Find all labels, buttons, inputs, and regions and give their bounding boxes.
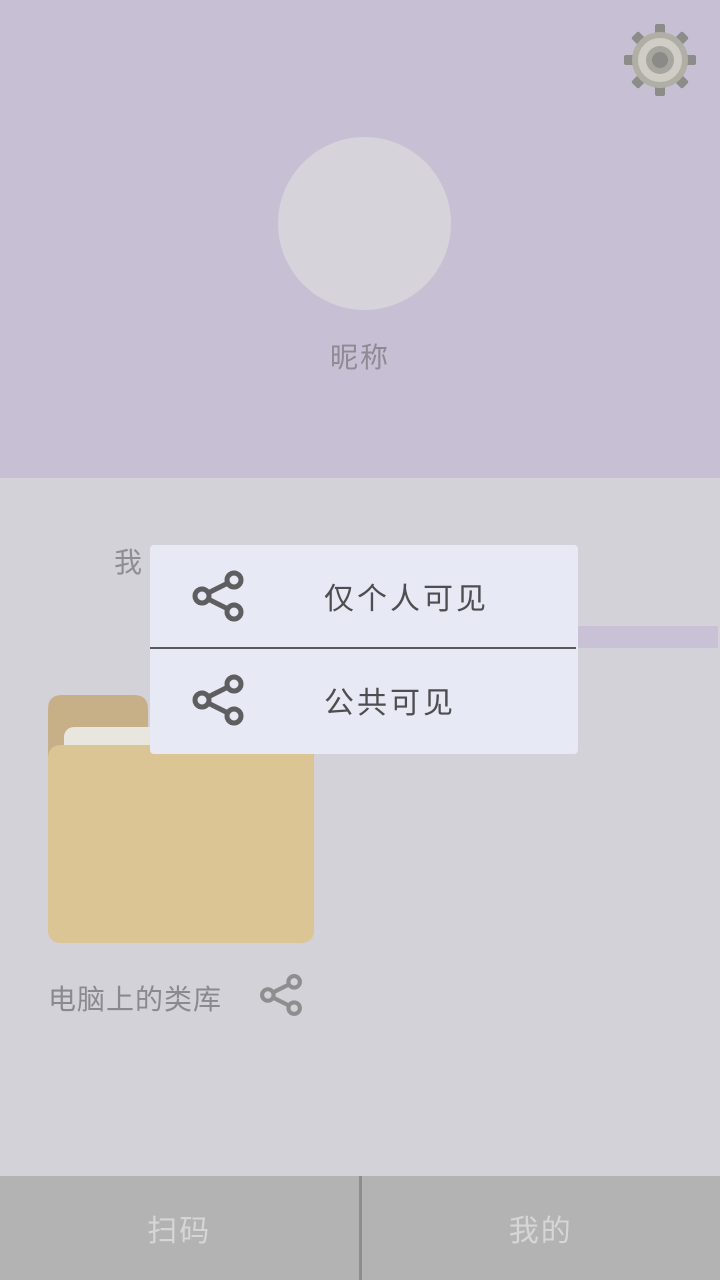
- visibility-popup-menu: 仅个人可见 公共可见: [150, 545, 578, 754]
- profile-header: 昵称: [0, 0, 720, 478]
- section-title: 我: [114, 546, 143, 579]
- nickname-label: 昵称: [329, 341, 390, 374]
- menu-item-public[interactable]: 公共可见: [150, 649, 578, 751]
- nav-mine[interactable]: 我的: [362, 1176, 720, 1280]
- settings-button[interactable]: [624, 24, 696, 96]
- folder-share-button[interactable]: [258, 972, 304, 1018]
- gear-icon: [624, 24, 696, 96]
- folder-label: 电脑上的类库: [48, 983, 223, 1016]
- avatar[interactable]: [278, 137, 451, 310]
- profile-screen: 昵称 我 电脑上的类库 扫码 我的 仅个人可见 公共可见: [0, 0, 720, 1280]
- tab-indicator: [560, 626, 718, 648]
- share-icon: [260, 974, 302, 1016]
- nav-scan[interactable]: 扫码: [0, 1176, 359, 1280]
- menu-item-label: 公共可见: [324, 686, 456, 721]
- share-icon: [192, 674, 244, 726]
- menu-item-private[interactable]: 仅个人可见: [150, 545, 578, 647]
- menu-item-label: 仅个人可见: [324, 582, 489, 617]
- share-icon: [192, 570, 244, 622]
- bottom-nav: 扫码 我的: [0, 1176, 720, 1280]
